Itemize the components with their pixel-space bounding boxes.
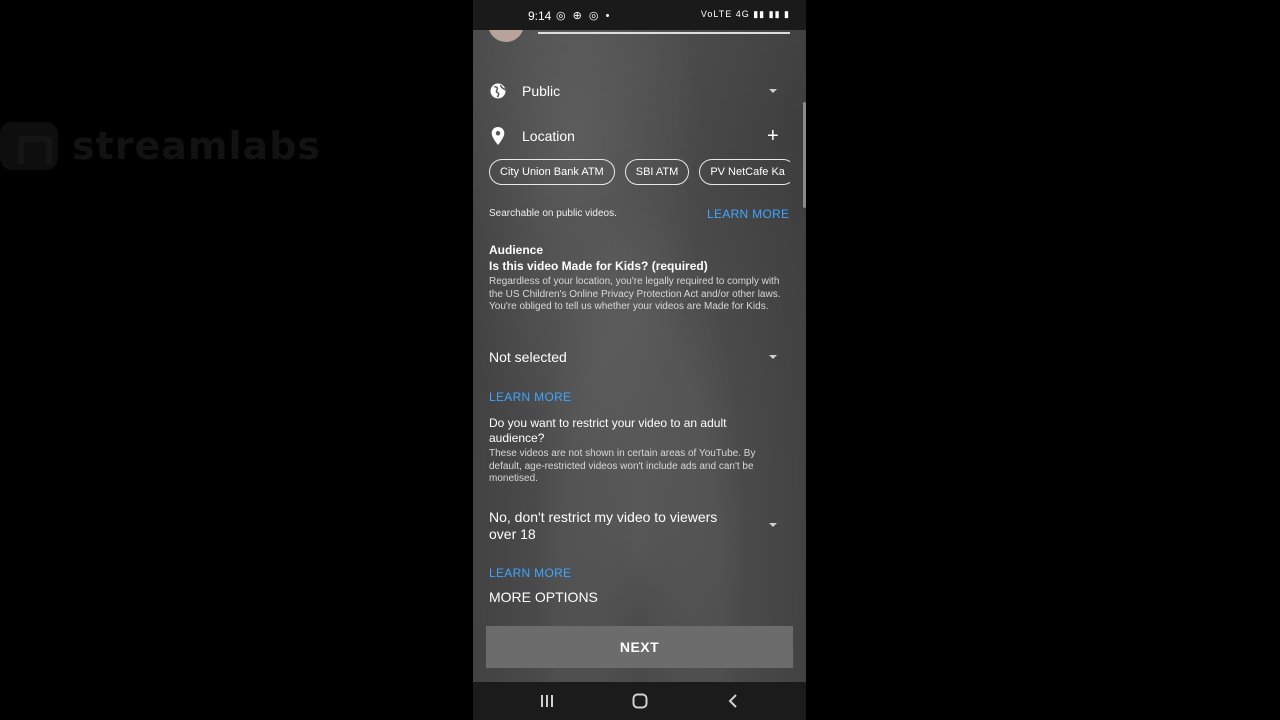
location-pin-icon — [489, 127, 507, 145]
age-restriction-question: Do you want to restrict your video to an… — [489, 416, 727, 445]
location-row[interactable]: Location — [489, 127, 575, 145]
back-icon[interactable] — [713, 682, 753, 720]
home-icon[interactable] — [620, 682, 660, 720]
audience-heading: Audience — [489, 243, 544, 257]
age-restriction-dropdown-icon[interactable] — [769, 523, 777, 527]
navigation-bar — [473, 682, 806, 720]
signal-battery-icons: VoLTE 4G ▮▮ ▮▮ ▮ — [700, 9, 790, 19]
more-options-button[interactable]: MORE OPTIONS — [489, 589, 598, 606]
age-restriction-selector[interactable]: No, don't restrict my video to viewers o… — [489, 509, 739, 543]
watermark-text: streamlabs — [72, 124, 322, 168]
input-underline — [538, 32, 790, 34]
streamlabs-logo-icon — [0, 122, 58, 170]
location-label: Location — [522, 128, 575, 144]
location-chip[interactable]: City Union Bank ATM — [489, 159, 615, 185]
location-chip[interactable]: SBI ATM — [624, 159, 690, 185]
visibility-label: Public — [522, 83, 561, 99]
add-location-plus-icon[interactable]: + — [767, 126, 779, 146]
location-suggestions: City Union Bank ATM SBI ATM PV NetCafe K… — [489, 159, 790, 186]
streamlabs-watermark: streamlabs — [0, 122, 321, 170]
visibility-selector[interactable]: Public — [489, 82, 560, 100]
audience-learn-more-link[interactable]: LEARN MORE — [489, 390, 571, 404]
status-bar: 9:14 ◎ ⊕ ◎ • VoLTE 4G ▮▮ ▮▮ ▮ — [473, 0, 806, 30]
made-for-kids-dropdown-icon[interactable] — [769, 355, 777, 359]
age-restriction-description: These videos are not shown in certain ar… — [489, 448, 756, 484]
scrollbar[interactable] — [803, 102, 806, 208]
location-chip[interactable]: PV NetCafe Ka — [699, 159, 790, 185]
notification-icons: ◎ ⊕ ◎ • — [556, 10, 612, 22]
next-button[interactable]: NEXT — [486, 626, 793, 668]
location-learn-more-link[interactable]: LEARN MORE — [707, 207, 789, 221]
made-for-kids-question: Is this video Made for Kids? (required) — [489, 259, 708, 273]
recents-icon[interactable] — [527, 682, 567, 720]
age-restriction-learn-more-link[interactable]: LEARN MORE — [489, 566, 571, 580]
status-time: 9:14 — [528, 9, 552, 23]
location-note: Searchable on public videos. — [489, 208, 617, 219]
made-for-kids-description: Regardless of your location, you're lega… — [489, 276, 781, 312]
made-for-kids-selector[interactable]: Not selected — [489, 349, 567, 366]
globe-icon — [489, 82, 507, 100]
phone-screen: 9:14 ◎ ⊕ ◎ • VoLTE 4G ▮▮ ▮▮ ▮ Public Loc… — [473, 0, 806, 720]
visibility-dropdown-icon[interactable] — [769, 89, 777, 93]
